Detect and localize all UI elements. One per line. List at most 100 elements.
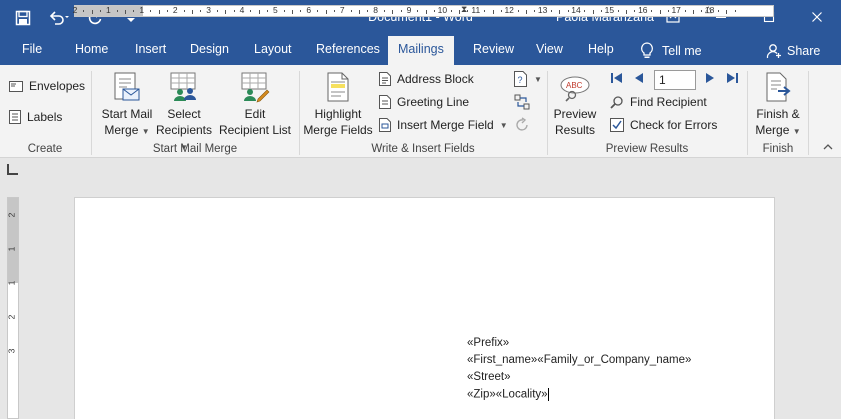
ruler-tick <box>592 10 594 14</box>
previous-record-button[interactable] <box>634 72 644 84</box>
preview-results-button[interactable]: ABC Preview Results <box>550 71 600 138</box>
envelope-icon <box>9 80 23 92</box>
finish-and-merge-button[interactable]: Finish & Merge ▼ <box>750 71 806 140</box>
text-cursor <box>547 388 549 401</box>
tab-layout[interactable]: Layout <box>252 36 294 65</box>
share-button[interactable]: Share <box>766 36 820 65</box>
tab-insert[interactable]: Insert <box>133 36 168 65</box>
tab-design[interactable]: Design <box>188 36 231 65</box>
merge-field-line[interactable]: «First_name»«Family_or_Company_name» <box>467 354 691 366</box>
first-record-icon <box>611 73 622 83</box>
chevron-down-icon: ▼ <box>141 127 150 136</box>
ruler-tick <box>100 10 102 12</box>
tab-mailings[interactable]: Mailings <box>388 36 454 65</box>
horizontal-ruler[interactable]: 2 1 1 2 3 4 5 6 7 8 9 10 11 12 13 14 15 16 17 18 ⧗ △ <box>72 4 774 17</box>
highlight-merge-fields-button[interactable]: Highlight Merge Fields <box>302 71 374 138</box>
ruler-tick <box>166 10 168 12</box>
group-create: Envelopes Labels Create <box>0 65 90 158</box>
right-indent-marker[interactable]: △ <box>705 4 712 15</box>
ruler-number: 1 <box>106 5 111 15</box>
ruler-tick <box>283 10 285 12</box>
start-mail-merge-label-2: Merge <box>104 123 139 137</box>
ruler-number: 7 <box>339 5 345 15</box>
ruler-tick <box>325 10 327 14</box>
previous-record-icon <box>635 73 643 83</box>
ruler-tick <box>150 10 152 12</box>
last-record-button[interactable] <box>725 72 739 84</box>
ruler-number: 8 <box>373 5 378 15</box>
ruler-tick <box>517 10 519 12</box>
save-icon[interactable] <box>12 7 34 29</box>
tell-me-box[interactable]: Tell me <box>640 36 702 65</box>
undo-icon[interactable] <box>48 7 70 29</box>
highlight-merge-fields-icon <box>327 72 349 102</box>
check-for-errors-button[interactable]: Check for Errors <box>610 118 717 132</box>
ruler-tick <box>617 10 619 12</box>
chevron-down-icon: ▼ <box>534 74 542 84</box>
ruler-number: 11 <box>471 5 481 15</box>
ruler-tick <box>567 10 569 12</box>
merge-field-line[interactable]: «Street» <box>467 371 510 383</box>
vertical-ruler[interactable]: 2 1 1 2 3 <box>6 197 19 419</box>
finish-and-merge-label-1: Finish & <box>756 107 800 121</box>
highlight-merge-fields-label-2: Merge Fields <box>303 123 373 137</box>
tab-review[interactable]: Review <box>471 36 516 65</box>
finish-and-merge-icon <box>766 72 791 102</box>
indent-marker[interactable]: ⧗ <box>461 4 467 15</box>
ribbon: Envelopes Labels Create Start Mail Merge… <box>0 65 841 158</box>
next-record-button[interactable] <box>705 72 715 84</box>
group-label-preview-results: Preview Results <box>605 143 689 155</box>
envelopes-button[interactable]: Envelopes <box>9 79 85 93</box>
edit-recipient-list-label-1: Edit <box>244 107 266 121</box>
start-mail-merge-button[interactable]: Start Mail Merge ▼ <box>96 71 158 140</box>
select-recipients-icon <box>170 72 196 101</box>
ruler-tick <box>250 10 252 12</box>
tab-references[interactable]: References <box>314 36 382 65</box>
ruler-tick <box>684 10 686 12</box>
ruler-number: 2 <box>72 5 78 15</box>
ruler-tick <box>726 10 728 14</box>
ruler-tick <box>701 10 703 12</box>
group-label-write-insert-fields: Write & Insert Fields <box>371 143 475 155</box>
first-record-button[interactable] <box>610 72 624 84</box>
group-preview-results: ABC Preview Results 1 Find Recipient Che… <box>548 65 746 158</box>
collapse-ribbon-icon[interactable] <box>823 142 833 153</box>
find-recipient-button[interactable]: Find Recipient <box>610 95 707 109</box>
address-block-button[interactable]: Address Block <box>379 72 474 86</box>
greeting-line-icon <box>379 95 391 109</box>
vertical-ruler-number: 2 <box>6 212 17 218</box>
match-fields-button[interactable] <box>514 94 530 110</box>
tab-file[interactable]: File <box>20 36 44 65</box>
edit-recipient-list-button[interactable]: Edit Recipient List <box>216 71 294 138</box>
ruler-tick <box>200 10 202 12</box>
group-label-finish: Finish <box>762 143 794 155</box>
ruler-tick <box>183 10 185 12</box>
ruler-number: 2 <box>172 5 178 15</box>
tab-selector[interactable] <box>7 164 18 175</box>
document-page[interactable]: «Prefix» «First_name»«Family_or_Company_… <box>74 197 775 419</box>
tab-home[interactable]: Home <box>73 36 110 65</box>
share-label: Share <box>787 43 821 58</box>
ruler-tick <box>400 10 402 12</box>
ruler-tick <box>734 10 736 12</box>
tab-help[interactable]: Help <box>586 36 616 65</box>
ruler-tick <box>333 10 335 12</box>
group-separator <box>808 71 809 155</box>
labels-button[interactable]: Labels <box>9 110 62 124</box>
insert-merge-field-button[interactable]: Insert Merge Field ▼ <box>379 118 508 132</box>
group-finish: Finish & Merge ▼ Finish <box>748 65 808 158</box>
chevron-down-icon: ▼ <box>792 127 801 136</box>
greeting-line-button[interactable]: Greeting Line <box>379 95 469 109</box>
record-number-input[interactable]: 1 <box>654 70 696 90</box>
tab-view[interactable]: View <box>534 36 565 65</box>
ruler-tick <box>559 10 561 14</box>
find-recipient-label: Find Recipient <box>630 95 707 109</box>
close-icon[interactable] <box>793 0 841 34</box>
merge-field-line[interactable]: «Prefix» <box>467 337 509 349</box>
rules-button[interactable]: ? ▼ <box>514 71 542 87</box>
ruler-tick <box>116 10 118 12</box>
ruler-number: 14 <box>571 5 581 15</box>
ruler-tick <box>425 10 427 14</box>
ruler-number: 5 <box>273 5 278 15</box>
merge-field-line-last[interactable]: «Zip»«Locality» <box>467 388 549 401</box>
